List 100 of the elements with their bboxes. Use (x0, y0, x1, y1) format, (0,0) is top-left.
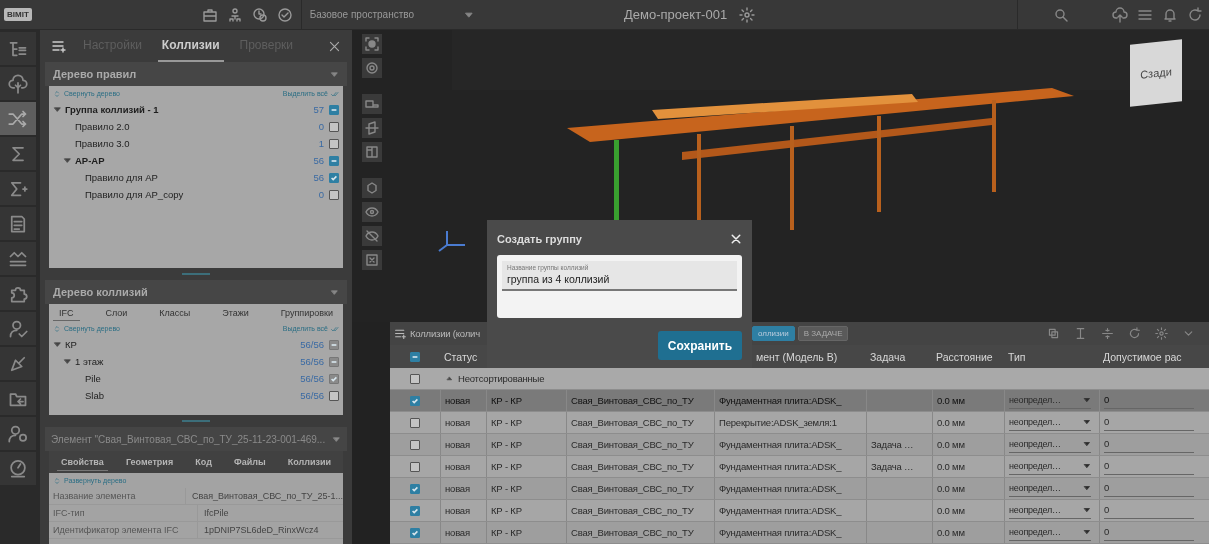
tab[interactable]: Классы (153, 306, 197, 321)
table-cell: КР - КР (491, 483, 522, 494)
table-cell: Свая_Винтовая_СВС_по_ТУ (571, 417, 694, 428)
tab[interactable]: Файлы (229, 453, 270, 471)
table-cell: КР - КР (491, 395, 522, 406)
tab[interactable]: Группировки (274, 306, 339, 321)
property-name: Идентификатор элемента IFC (52, 525, 180, 535)
table-cell: 0.0 мм (937, 439, 965, 450)
column-header[interactable]: Задача (866, 345, 932, 368)
type-dropdown[interactable]: неопредел… (1009, 458, 1091, 475)
tab[interactable]: Коллизии (283, 453, 335, 471)
table-cell: Фундаментная плита:ADSK_ (719, 483, 842, 494)
tree-item[interactable]: AP-AP (75, 155, 314, 166)
tree-item[interactable]: Правило для АР_copy (85, 189, 319, 200)
table-cell: КР - КР (491, 527, 522, 538)
table-row[interactable]: новая КР - КР Свая_Винтовая_СВС_по_ТУ Фундаментная плита:ADSK_ 0.0 мм неопредел… 0 (390, 390, 1209, 412)
value-field[interactable]: 0 (1104, 502, 1194, 519)
count: 0 (318, 121, 324, 132)
tree-item[interactable]: Группа коллизий - 1 (65, 104, 314, 115)
section-header[interactable]: Элемент "Свая_Винтовая_СВС_по_ТУ_25-11-23-001-469... (45, 427, 347, 451)
type-dropdown[interactable]: неопредел… (1009, 480, 1091, 497)
table-cell: Свая_Винтовая_СВС_по_ТУ (571, 461, 694, 472)
type-dropdown[interactable]: неопредел… (1009, 436, 1091, 453)
count: 57 (313, 104, 324, 115)
tree-item[interactable]: Slab (85, 390, 301, 401)
value-field[interactable]: 0 (1104, 436, 1194, 453)
property-value: 1pDNIP7SL6deD_RinxWcz4 (197, 522, 343, 538)
count: 1 (318, 138, 324, 149)
value-field[interactable]: 0 (1104, 392, 1194, 409)
property-value: IfcPile (197, 505, 343, 521)
table-cell: Фундаментная плита:ADSK_ (719, 395, 842, 406)
count: 56/56 (300, 390, 324, 401)
table-cell: 0.0 мм (937, 395, 965, 406)
table-cell: КР - КР (491, 461, 522, 472)
table-cell: новая (445, 417, 470, 428)
table-row[interactable]: новая КР - КР Свая_Винтовая_СВС_по_ТУ Фундаментная плита:ADSK_ 0.0 мм неопредел… 0 (390, 500, 1209, 522)
table-cell: новая (445, 439, 470, 450)
column-header[interactable]: Допустимое рас (1099, 345, 1209, 368)
table-cell: Фундаментная плита:ADSK_ (719, 505, 842, 516)
table-cell: новая (445, 505, 470, 516)
tree-item[interactable]: КР (65, 339, 301, 350)
table-cell: новая (445, 527, 470, 538)
table-cell: новая (445, 461, 470, 472)
tree-item[interactable]: Правило 2.0 (75, 121, 319, 132)
tab[interactable]: Свойства (57, 453, 108, 471)
tree-item[interactable]: Pile (85, 373, 301, 384)
type-dropdown[interactable]: неопредел… (1009, 502, 1091, 519)
group-label: Неотсортированные (458, 373, 545, 384)
project-name: Демо-проект-001 (624, 7, 728, 22)
table-cell: новая (445, 395, 470, 406)
tab[interactable]: Код (191, 453, 216, 471)
table-cell: Перекрытие:ADSK_земля:1 (719, 417, 837, 428)
table-cell: 0.0 мм (937, 505, 965, 516)
tab[interactable]: Этажи (216, 306, 255, 321)
column-header[interactable]: Статус (440, 345, 486, 368)
table-cell: Свая_Винтовая_СВС_по_ТУ (571, 527, 694, 538)
table-row[interactable]: новая КР - КР Свая_Винтовая_СВС_по_ТУ Перекрытие:ADSK_земля:1 0.0 мм неопредел… 0 (390, 412, 1209, 434)
tab[interactable]: Геометрия (121, 453, 178, 471)
section-header[interactable]: Дерево правил (45, 62, 347, 86)
filter-tag[interactable]: оллизии (752, 326, 795, 341)
table-row[interactable]: новая КР - КР Свая_Винтовая_СВС_по_ТУ Фундаментная плита:ADSK_ Задача … 0.0 мм неопредел… 0 (390, 456, 1209, 478)
value-field[interactable]: 0 (1104, 414, 1194, 431)
table-cell: 0.0 мм (937, 417, 965, 428)
table-cell: КР - КР (491, 439, 522, 450)
type-dropdown[interactable]: неопредел… (1009, 524, 1091, 541)
table-cell: Задача … (871, 439, 914, 450)
section-header[interactable]: Дерево коллизий (45, 280, 347, 304)
tree-item[interactable]: Правило для АР (85, 172, 314, 183)
tab[interactable]: Слои (99, 306, 134, 321)
table-cell: Фундаментная плита:ADSK_ (719, 527, 842, 538)
column-header[interactable]: Тип (1004, 345, 1099, 368)
column-header[interactable]: Расстояние (932, 345, 1004, 368)
table-cell: Свая_Винтовая_СВС_по_ТУ (571, 439, 694, 450)
logo: BIMIT (4, 8, 32, 21)
type-dropdown[interactable]: неопредел… (1009, 414, 1091, 431)
value-field[interactable]: 0 (1104, 524, 1194, 541)
value-field[interactable]: 0 (1104, 480, 1194, 497)
table-cell: КР - КР (491, 505, 522, 516)
type-dropdown[interactable]: неопредел… (1009, 392, 1091, 409)
tab[interactable]: IFC (53, 306, 80, 321)
tree-item[interactable]: 1 этаж (75, 356, 301, 367)
count: 56/56 (300, 356, 324, 367)
table-cell: Задача … (871, 461, 914, 472)
table-cell: 0.0 мм (937, 461, 965, 472)
table-row[interactable]: новая КР - КР Свая_Винтовая_СВС_по_ТУ Фундаментная плита:ADSK_ 0.0 мм неопредел… 0 (390, 478, 1209, 500)
count: 56 (313, 155, 324, 166)
value-field[interactable]: 0 (1104, 458, 1194, 475)
table-row[interactable]: новая КР - КР Свая_Винтовая_СВС_по_ТУ Фундаментная плита:ADSK_ Задача … 0.0 мм неопредел… 0 (390, 434, 1209, 456)
table-cell: новая (445, 483, 470, 494)
table-cell: Свая_Винтовая_СВС_по_ТУ (571, 395, 694, 406)
view-cube[interactable]: Сзади (1130, 39, 1182, 107)
count: 56/56 (300, 373, 324, 384)
table-cell: Свая_Винтовая_СВС_по_ТУ (571, 505, 694, 516)
save-button[interactable]: Сохранить (658, 331, 742, 360)
table-cell: Свая_Винтовая_СВС_по_ТУ (571, 483, 694, 494)
table-row[interactable]: новая КР - КР Свая_Винтовая_СВС_по_ТУ Фундаментная плита:ADSK_ 0.0 мм неопредел… 0 (390, 522, 1209, 544)
filter-tag[interactable]: В ЗАДАЧЕ (797, 326, 849, 341)
tree-item[interactable]: Правило 3.0 (75, 138, 319, 149)
table-title: Коллизии (колич (410, 328, 480, 339)
workspace-name[interactable]: Базовое пространство (309, 9, 415, 20)
